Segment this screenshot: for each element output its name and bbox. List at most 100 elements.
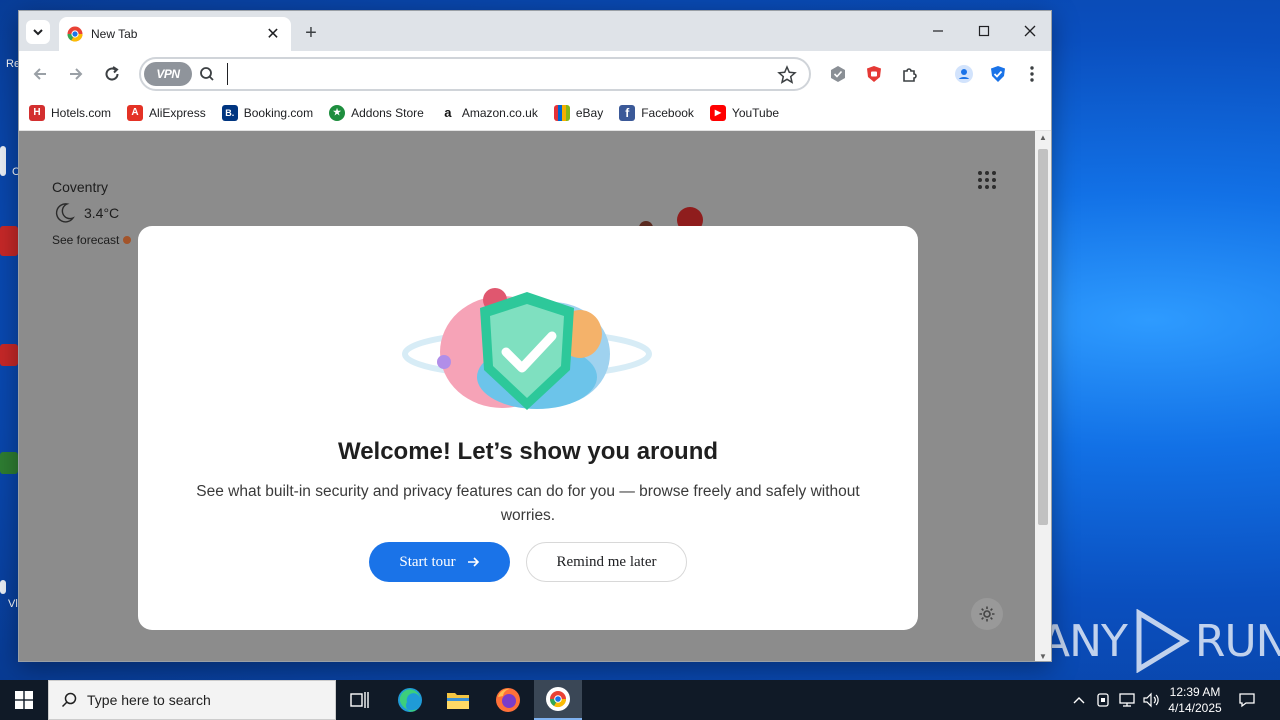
tray-device-icon[interactable] xyxy=(1094,691,1112,709)
bookmark-youtube[interactable]: ▶ YouTube xyxy=(709,104,780,121)
tab-new-tab[interactable]: New Tab ✕ xyxy=(59,17,291,51)
desktop-icon[interactable] xyxy=(0,344,18,366)
gear-icon xyxy=(979,606,995,622)
search-icon xyxy=(61,692,77,708)
bookmark-booking[interactable]: B. Booking.com xyxy=(221,104,313,121)
minimize-icon xyxy=(933,30,943,32)
desktop-icon-label[interactable]: Vl xyxy=(8,598,18,610)
booking-icon: B. xyxy=(221,104,238,121)
youtube-icon: ▶ xyxy=(709,104,726,121)
task-view-button[interactable] xyxy=(336,680,384,720)
remind-me-later-button[interactable]: Remind me later xyxy=(526,542,687,582)
start-tour-button[interactable]: Start tour xyxy=(369,542,510,582)
aliexpress-icon: A xyxy=(127,104,144,121)
arrow-left-icon xyxy=(33,68,46,80)
arrow-right-icon xyxy=(467,557,479,567)
anyrun-watermark: ANY RUN xyxy=(1040,606,1280,676)
scroll-thumb[interactable] xyxy=(1038,149,1048,525)
firefox-icon xyxy=(496,688,520,712)
arrow-right-icon xyxy=(70,68,83,80)
folder-icon xyxy=(447,693,469,709)
amazon-icon: a xyxy=(439,104,456,121)
bookmark-label: eBay xyxy=(575,105,604,120)
network-icon[interactable] xyxy=(1118,691,1136,709)
new-tab-button[interactable]: + xyxy=(299,21,323,45)
close-window-button[interactable] xyxy=(1007,11,1051,51)
vertical-scrollbar[interactable]: ▲ ▼ xyxy=(1035,131,1051,661)
bookmark-label: Hotels.com xyxy=(51,105,112,120)
bookmark-label: YouTube xyxy=(731,105,780,120)
dialog-title: Welcome! Let’s show you around xyxy=(337,438,719,465)
bookmark-addons-store[interactable]: ★ Addons Store xyxy=(329,104,424,121)
sun-icon xyxy=(123,236,132,244)
facebook-icon: f xyxy=(619,104,636,121)
browser-window: New Tab ✕ + VPN H Hotels.com A AliExpres… xyxy=(18,10,1052,662)
bookmark-label: Addons Store xyxy=(351,105,424,120)
addons-store-icon: ★ xyxy=(329,104,346,121)
tab-search-button[interactable] xyxy=(26,20,50,44)
bookmark-ebay[interactable]: e eBay xyxy=(553,104,604,121)
moon-icon xyxy=(55,203,75,223)
volume-icon[interactable] xyxy=(1142,691,1160,709)
desktop-icon[interactable] xyxy=(0,146,6,176)
forward-button[interactable] xyxy=(63,61,89,87)
customize-button[interactable] xyxy=(971,598,1003,630)
see-forecast-link[interactable]: See forecast xyxy=(52,233,119,247)
start-button[interactable] xyxy=(0,680,48,720)
start-tour-label: Start tour xyxy=(399,553,456,570)
taskbar-firefox[interactable] xyxy=(484,680,532,720)
chrome-like-icon xyxy=(67,26,83,42)
clock-date: 4/14/2025 xyxy=(1168,701,1222,715)
reload-icon xyxy=(105,66,119,81)
vpn-button[interactable]: VPN xyxy=(144,62,192,86)
bookmark-label: AliExpress xyxy=(149,105,206,120)
notifications-icon[interactable] xyxy=(1238,691,1256,709)
desktop-icon[interactable] xyxy=(0,452,18,474)
scroll-up-arrow-icon[interactable]: ▲ xyxy=(1038,133,1048,142)
address-input[interactable] xyxy=(227,63,767,85)
security-shield-blue-icon[interactable] xyxy=(987,63,1009,85)
taskbar-file-explorer[interactable] xyxy=(434,680,482,720)
windows-logo-icon xyxy=(15,691,33,709)
taskbar-browser-active[interactable] xyxy=(534,680,582,720)
bookmark-facebook[interactable]: f Facebook xyxy=(619,104,694,121)
browser-app-icon xyxy=(546,687,570,711)
welcome-dialog: Welcome! Let’s show you around See what … xyxy=(138,226,918,630)
taskbar-search-placeholder: Type here to search xyxy=(87,692,211,708)
menu-kebab-icon[interactable] xyxy=(1021,63,1043,85)
clock-time: 12:39 AM xyxy=(1169,685,1221,699)
play-logo-icon xyxy=(1136,609,1190,673)
taskbar-search[interactable]: Type here to search xyxy=(48,680,336,720)
tab-close-icon[interactable]: ✕ xyxy=(263,24,283,44)
scroll-down-arrow-icon[interactable]: ▼ xyxy=(1038,652,1048,661)
minimize-button[interactable] xyxy=(915,11,961,51)
weather-widget[interactable]: Coventry 3.4°C See forecast xyxy=(52,179,132,247)
apps-grid-icon[interactable] xyxy=(977,170,997,190)
back-button[interactable] xyxy=(27,61,53,87)
watermark-text-any: ANY xyxy=(1040,615,1128,667)
bookmarks-bar: H Hotels.com A AliExpress B. Booking.com… xyxy=(19,95,1051,131)
close-icon xyxy=(1024,25,1036,37)
tray-chevron-up-icon[interactable] xyxy=(1070,691,1088,709)
extensions-puzzle-icon[interactable] xyxy=(899,63,921,85)
profile-avatar-icon[interactable] xyxy=(953,63,975,85)
reload-button[interactable] xyxy=(99,61,125,87)
maximize-button[interactable] xyxy=(961,11,1007,51)
security-shield-illustration xyxy=(402,288,652,410)
watermark-text-run: RUN xyxy=(1194,615,1280,667)
tab-title: New Tab xyxy=(91,27,138,41)
adblock-shield-icon[interactable] xyxy=(863,63,885,85)
desktop-icon[interactable] xyxy=(0,226,18,256)
address-bar[interactable]: VPN xyxy=(139,57,811,91)
taskbar-edge[interactable] xyxy=(386,680,434,720)
search-icon xyxy=(200,67,214,81)
taskbar-clock[interactable]: 12:39 AM 4/14/2025 xyxy=(1160,684,1230,716)
bookmark-amazon[interactable]: a Amazon.co.uk xyxy=(439,104,538,121)
bookmark-aliexpress[interactable]: A AliExpress xyxy=(127,104,206,121)
bookmark-star-icon[interactable] xyxy=(777,65,797,85)
weather-temperature: 3.4°C xyxy=(84,205,120,221)
desktop-icon[interactable] xyxy=(0,580,6,594)
extension-shield-gray-icon[interactable] xyxy=(827,63,849,85)
ebay-icon: e xyxy=(553,104,570,121)
bookmark-hotels[interactable]: H Hotels.com xyxy=(29,104,112,121)
